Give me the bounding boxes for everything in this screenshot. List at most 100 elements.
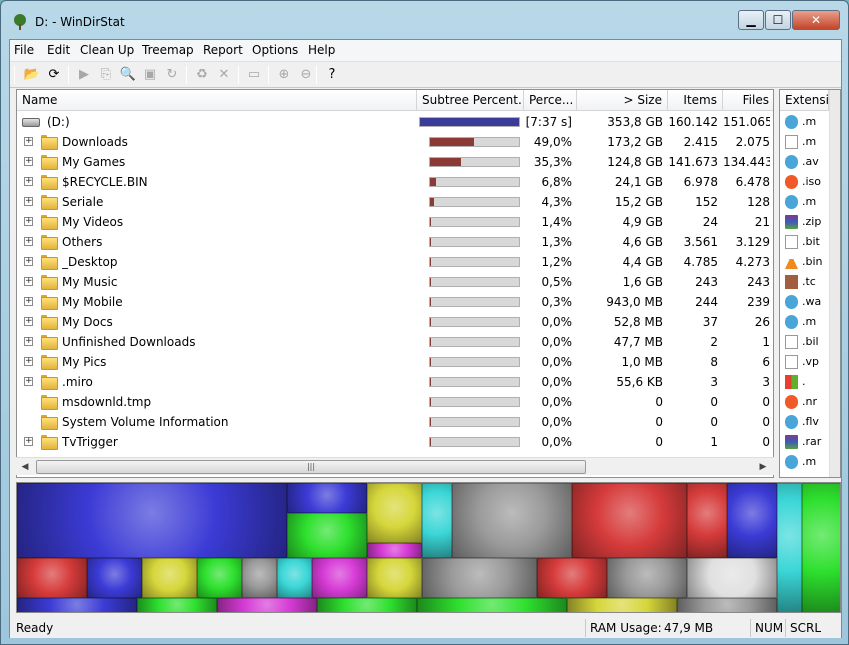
- scroll-thumb[interactable]: |||: [36, 460, 586, 474]
- table-row[interactable]: + My Pics 0,0% 1,0 MB 8 6: [17, 352, 773, 372]
- table-row[interactable]: System Volume Information 0,0% 0 0 0: [17, 412, 773, 432]
- title-bar[interactable]: D: - WinDirStat ▁ ☐ ✕: [1, 1, 849, 39]
- treemap-block[interactable]: [17, 598, 137, 612]
- refresh-selected-icon[interactable]: ↻: [162, 65, 182, 85]
- table-row[interactable]: + $RECYCLE.BIN 6,8% 24,1 GB 6.978 6.478: [17, 172, 773, 192]
- command-prompt-icon[interactable]: ▣: [140, 65, 160, 85]
- minimize-button[interactable]: ▁: [738, 10, 764, 30]
- expand-icon[interactable]: +: [24, 277, 33, 286]
- treemap-block[interactable]: [242, 558, 277, 598]
- menu-clean-up[interactable]: Clean Up: [80, 43, 134, 57]
- treemap-block[interactable]: [687, 483, 727, 558]
- expand-icon[interactable]: +: [24, 157, 33, 166]
- treemap-block[interactable]: [452, 483, 572, 558]
- column-header-files[interactable]: Files: [723, 90, 773, 111]
- menu-report[interactable]: Report: [203, 43, 243, 57]
- delete-icon[interactable]: ✕: [214, 65, 234, 85]
- menu-edit[interactable]: Edit: [47, 43, 70, 57]
- properties-icon[interactable]: ▭: [244, 65, 264, 85]
- zoom-in-icon[interactable]: ⊕: [274, 65, 294, 85]
- treemap-block[interactable]: [17, 558, 87, 598]
- treemap-block[interactable]: [287, 483, 367, 513]
- treemap-block[interactable]: [317, 598, 417, 612]
- list-item[interactable]: .bin: [780, 252, 830, 272]
- treemap-block[interactable]: [572, 483, 687, 558]
- recycle-icon[interactable]: ♻: [192, 65, 212, 85]
- scroll-right-icon[interactable]: ▶: [756, 460, 770, 474]
- table-row[interactable]: + Others 1,3% 4,6 GB 3.561 3.129: [17, 232, 773, 252]
- treemap-block[interactable]: [687, 558, 777, 598]
- open-icon[interactable]: 📂: [22, 65, 42, 85]
- table-row[interactable]: + My Games 35,3% 124,8 GB 141.673 134.443: [17, 152, 773, 172]
- treemap-block[interactable]: [277, 558, 312, 598]
- list-item[interactable]: .m: [780, 312, 830, 332]
- list-item[interactable]: .zip: [780, 212, 830, 232]
- treemap-block[interactable]: [367, 483, 422, 543]
- expand-icon[interactable]: +: [24, 317, 33, 326]
- column-header-items[interactable]: Items: [668, 90, 723, 111]
- list-item[interactable]: .av: [780, 152, 830, 172]
- treemap-block[interactable]: [367, 558, 422, 598]
- treemap-view[interactable]: [16, 482, 841, 613]
- zoom-out-icon[interactable]: ⊖: [296, 65, 316, 85]
- column-header-percent[interactable]: Perce...: [524, 90, 577, 111]
- copy-path-icon[interactable]: ⎘: [96, 65, 116, 85]
- menu-options[interactable]: Options: [252, 43, 298, 57]
- table-row[interactable]: + My Music 0,5% 1,6 GB 243 243: [17, 272, 773, 292]
- treemap-block[interactable]: [537, 558, 607, 598]
- treemap-block[interactable]: [217, 598, 317, 612]
- table-row[interactable]: msdownld.tmp 0,0% 0 0 0: [17, 392, 773, 412]
- expand-icon[interactable]: +: [24, 137, 33, 146]
- list-item[interactable]: .flv: [780, 412, 830, 432]
- treemap-block[interactable]: [87, 558, 142, 598]
- treemap-block[interactable]: [197, 558, 242, 598]
- list-item[interactable]: .nr: [780, 392, 830, 412]
- table-row[interactable]: + Downloads 49,0% 173,2 GB 2.415 2.075: [17, 132, 773, 152]
- menu-treemap[interactable]: Treemap: [142, 43, 194, 57]
- list-item[interactable]: .m: [780, 452, 830, 472]
- treemap-block[interactable]: [137, 598, 217, 612]
- expand-icon[interactable]: +: [24, 297, 33, 306]
- explorer-icon[interactable]: 🔍: [118, 65, 138, 85]
- table-row[interactable]: (D:) [7:37 s] 353,8 GB 160.142 151.065: [17, 112, 773, 132]
- table-row[interactable]: + My Docs 0,0% 52,8 MB 37 26: [17, 312, 773, 332]
- table-row[interactable]: + My Videos 1,4% 4,9 GB 24 21: [17, 212, 773, 232]
- directory-list[interactable]: Name Subtree Percent... Perce... > Size …: [16, 89, 774, 478]
- treemap-block[interactable]: [777, 483, 802, 612]
- column-header-subtree-percent[interactable]: Subtree Percent...: [417, 90, 524, 111]
- menu-help[interactable]: Help: [308, 43, 335, 57]
- menu-file[interactable]: File: [14, 43, 34, 57]
- expand-icon[interactable]: +: [24, 177, 33, 186]
- treemap-block[interactable]: [367, 543, 422, 558]
- list-item[interactable]: .m: [780, 132, 830, 152]
- treemap-block[interactable]: [422, 483, 452, 558]
- treemap-block[interactable]: [417, 598, 567, 612]
- list-item[interactable]: .bil: [780, 332, 830, 352]
- expand-icon[interactable]: +: [24, 377, 33, 386]
- treemap-block[interactable]: [422, 558, 537, 598]
- list-item[interactable]: .: [780, 372, 830, 392]
- table-row[interactable]: + .miro 0,0% 55,6 KB 3 3: [17, 372, 773, 392]
- refresh-icon[interactable]: ⟳: [44, 65, 64, 85]
- treemap-block[interactable]: [142, 558, 197, 598]
- treemap-block[interactable]: [287, 513, 367, 558]
- treemap-block[interactable]: [802, 483, 840, 612]
- table-row[interactable]: + Unfinished Downloads 0,0% 47,7 MB 2 1: [17, 332, 773, 352]
- column-header-extension[interactable]: Extensi: [780, 90, 829, 111]
- list-item[interactable]: .tc: [780, 272, 830, 292]
- treemap-block[interactable]: [607, 558, 687, 598]
- list-item[interactable]: .vp: [780, 352, 830, 372]
- expand-icon[interactable]: +: [24, 217, 33, 226]
- list-item[interactable]: .m: [780, 112, 830, 132]
- treemap-block[interactable]: [677, 598, 777, 612]
- treemap-block[interactable]: [727, 483, 777, 558]
- scroll-left-icon[interactable]: ◀: [18, 460, 32, 474]
- expand-icon[interactable]: ▶: [74, 65, 94, 85]
- vertical-scrollbar[interactable]: [829, 90, 840, 477]
- treemap-block[interactable]: [567, 598, 677, 612]
- close-button[interactable]: ✕: [792, 10, 840, 30]
- treemap-block[interactable]: [312, 558, 367, 598]
- expand-icon[interactable]: +: [24, 237, 33, 246]
- expand-icon[interactable]: +: [24, 337, 33, 346]
- expand-icon[interactable]: +: [24, 437, 33, 446]
